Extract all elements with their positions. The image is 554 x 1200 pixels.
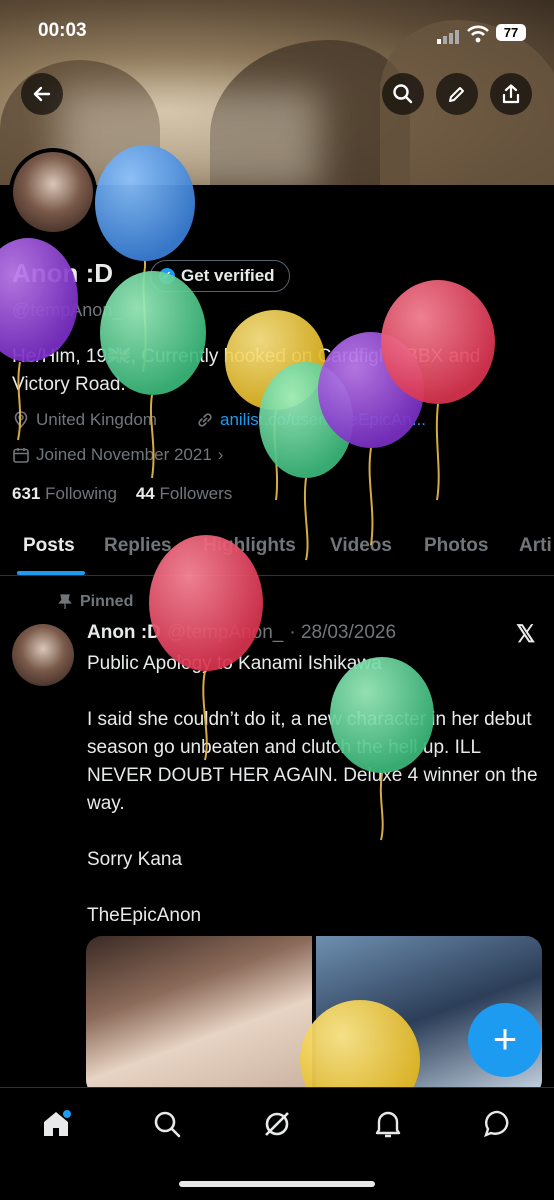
post-header: Anon :D @tempAnon_ · 28/03/2026 bbox=[87, 622, 396, 644]
share-button[interactable] bbox=[490, 73, 532, 115]
post-body[interactable]: Public Apology to Kanami Ishikawa I said… bbox=[87, 650, 542, 930]
post-date: · 28/03/2026 bbox=[289, 622, 397, 643]
pinned-label: Pinned bbox=[80, 593, 134, 610]
post-avatar[interactable] bbox=[12, 624, 74, 686]
chevron-right-icon: › bbox=[217, 445, 224, 464]
followers-link[interactable]: 44 Followers bbox=[136, 484, 232, 503]
follow-counts: 631 Following 44 Followers bbox=[12, 484, 232, 504]
tab-replies[interactable]: Replies bbox=[104, 535, 172, 557]
balloon bbox=[225, 310, 325, 501]
link-icon bbox=[198, 413, 212, 427]
pencil-icon bbox=[449, 87, 464, 102]
verified-badge-icon: ✓ bbox=[159, 268, 175, 284]
tab-articles[interactable]: Arti bbox=[519, 535, 552, 557]
signal-icon bbox=[437, 30, 459, 44]
followers-label: Followers bbox=[159, 484, 233, 503]
battery-indicator: 77 bbox=[496, 24, 526, 41]
tab-posts[interactable]: Posts bbox=[23, 535, 75, 557]
website-link[interactable]: anilist.co/user/TheEpicAn... bbox=[220, 410, 426, 430]
following-link[interactable]: 631 Following bbox=[12, 484, 117, 503]
tab-photos[interactable]: Photos bbox=[424, 535, 488, 557]
home-indicator bbox=[179, 1181, 375, 1187]
compose-fab-button[interactable]: + bbox=[468, 1003, 542, 1077]
followers-count: 44 bbox=[135, 484, 155, 503]
get-verified-button[interactable]: ✓ Get verified bbox=[150, 260, 290, 292]
home-icon[interactable] bbox=[40, 1108, 72, 1140]
share-icon bbox=[502, 84, 520, 104]
get-verified-label: Get verified bbox=[181, 266, 275, 285]
grok-icon[interactable] bbox=[261, 1108, 293, 1140]
profile-name: Anon :D bbox=[12, 258, 114, 288]
profile-avatar[interactable] bbox=[9, 148, 97, 236]
following-count: 631 bbox=[12, 484, 41, 503]
post-media[interactable] bbox=[86, 936, 542, 1096]
back-button[interactable] bbox=[21, 73, 63, 115]
post-image[interactable] bbox=[86, 936, 312, 1096]
search-icon[interactable] bbox=[151, 1108, 183, 1140]
pin-icon bbox=[58, 594, 72, 609]
joined-text: Joined November 2021 bbox=[36, 445, 212, 464]
bell-icon[interactable] bbox=[372, 1108, 404, 1140]
post-author-name[interactable]: Anon :D bbox=[87, 622, 161, 644]
profile-handle: @tempAnon_ bbox=[12, 300, 123, 320]
x-logo-icon: 𝕏 bbox=[516, 621, 536, 648]
tab-videos[interactable]: Videos bbox=[330, 535, 392, 557]
edit-button[interactable] bbox=[436, 73, 478, 115]
wifi-icon bbox=[467, 25, 489, 43]
bio-line: Victory Road. bbox=[12, 374, 126, 395]
arrow-left-icon bbox=[33, 86, 51, 102]
tab-highlights[interactable]: Highlights bbox=[203, 535, 296, 557]
bio-line: He/Him, 19🇬🇧, Currently hooked on Cardfi… bbox=[12, 346, 481, 367]
profile-website[interactable]: anilist.co/user/TheEpicAn... bbox=[196, 410, 426, 430]
post-author-handle: @tempAnon_ bbox=[166, 622, 284, 643]
profile-bio: He/Him, 19🇬🇧, Currently hooked on Cardfi… bbox=[12, 343, 542, 399]
active-tab-indicator bbox=[17, 571, 85, 575]
search-icon bbox=[393, 84, 413, 104]
following-label: Following bbox=[45, 484, 117, 503]
location-text: United Kingdom bbox=[36, 410, 157, 429]
pinned-indicator: Pinned bbox=[58, 593, 133, 611]
search-button[interactable] bbox=[382, 73, 424, 115]
status-time: 00:03 bbox=[38, 20, 87, 41]
calendar-icon bbox=[13, 448, 29, 463]
profile-tabs: Posts Replies Highlights Videos Photos A… bbox=[0, 531, 554, 576]
messages-icon[interactable] bbox=[482, 1108, 514, 1140]
location-pin-icon bbox=[14, 411, 28, 429]
profile-location: United Kingdom bbox=[12, 410, 157, 430]
profile-joined[interactable]: Joined November 2021 › bbox=[12, 445, 223, 465]
